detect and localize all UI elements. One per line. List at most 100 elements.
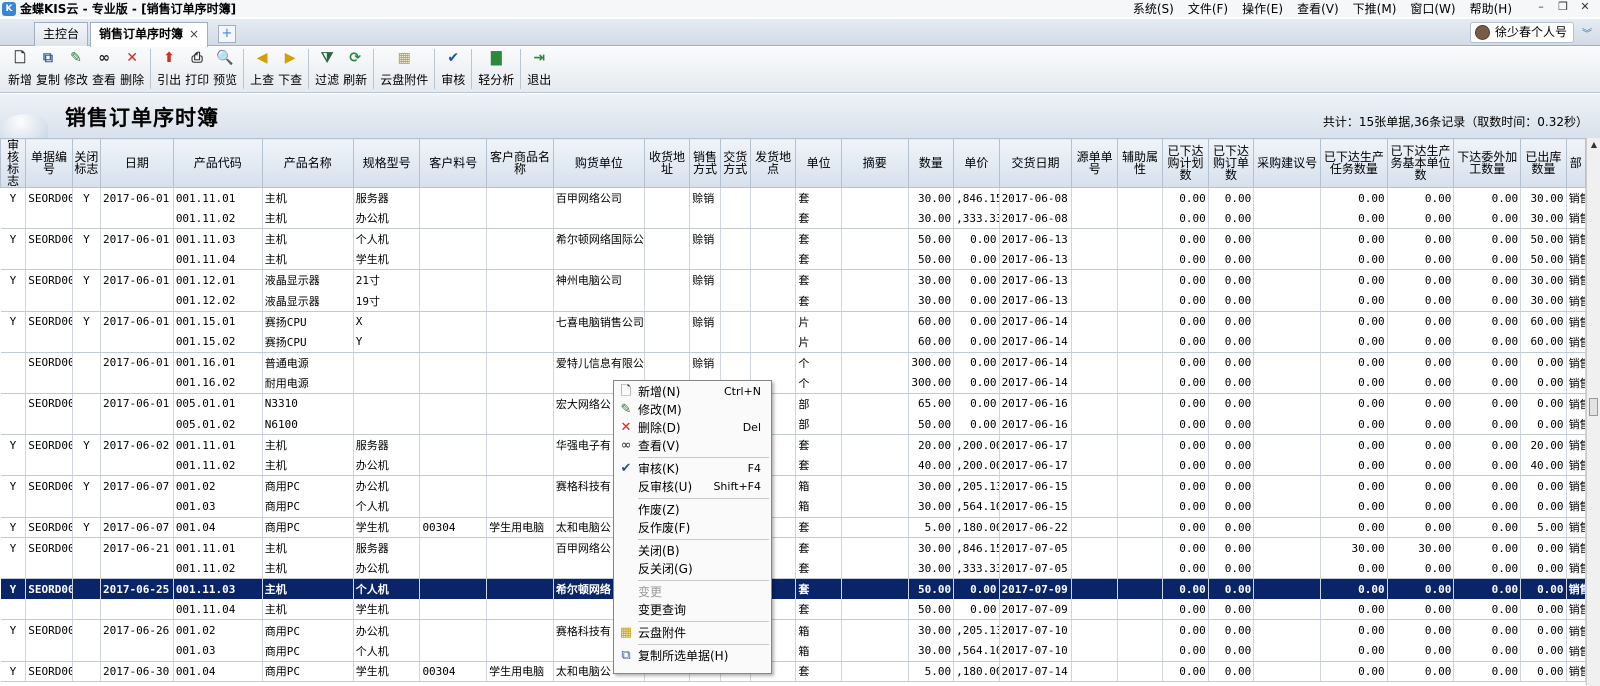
column-header[interactable]: 单据编号 (25, 138, 73, 188)
column-header[interactable]: 产品代码 (172, 138, 263, 188)
column-header[interactable]: 产品名称 (261, 138, 354, 188)
toolbar-button-13[interactable]: ⧩ 过滤 (313, 47, 341, 91)
column-header[interactable]: 已下达生产务基本单位数 (1386, 138, 1455, 188)
column-header[interactable]: 客户料号 (419, 138, 488, 188)
column-header[interactable]: 下达委外加工数量 (1453, 138, 1522, 188)
column-header[interactable]: 规格型号 (352, 138, 421, 188)
scroll-up-icon[interactable]: ▲ (1587, 138, 1600, 152)
restore-icon[interactable]: ❐ (1552, 0, 1574, 13)
toolbar-button-1[interactable]: ⧉ 复制 (34, 47, 62, 91)
table-row[interactable]: SEORD00 2017-06-01 001.16.01 普通电源 爱特儿信息有限公 赊销… (0, 352, 1586, 373)
column-header[interactable]: 收货地址 (643, 138, 691, 188)
context-menu-item[interactable]: 反作废(F) (614, 519, 771, 537)
column-header[interactable]: 已下达购计划数 (1162, 138, 1209, 188)
column-header[interactable]: 辅助属性 (1116, 138, 1164, 188)
column-header[interactable]: 数量 (907, 138, 955, 188)
table-row[interactable]: Y SEORD00 2017-06-21 001.11.01 主机 服务器 百甲网络公套 30… (0, 537, 1586, 559)
column-header[interactable]: 销售方式 (689, 138, 721, 188)
table-row[interactable]: 001.11.04 主机 学生机套 50.00 0.00 2017-07-09 0.00 0.… (0, 599, 1586, 621)
context-menu-item[interactable]: 作废(Z) (614, 501, 771, 519)
chevron-down-icon[interactable]: ︾ (1580, 25, 1594, 40)
table-row[interactable]: 001.11.04 主机 学生机套 50.00 0.00 2017-06-13 0.00 0.… (0, 249, 1586, 271)
tab-home[interactable]: 主控台 (34, 22, 89, 46)
table-row[interactable]: Y SEORD00 Y 2017-06-01 001.12.01 液晶显示器 21寸 神州电脑… (0, 269, 1586, 291)
tab-sales-order-list[interactable]: 销售订单序时簿 × (90, 22, 209, 47)
table-row[interactable]: Y SEORD00 Y 2017-06-01 001.15.01 赛扬CPU X 七喜电脑销售… (0, 311, 1586, 332)
table-row[interactable]: Y SEORD00 2017-06-26 001.02 商用PC 办公机 赛格科技有箱 30.… (0, 619, 1586, 641)
toolbar-button-3[interactable]: ∞ 查看 (90, 47, 118, 91)
context-menu-item[interactable]: ∞ 查看(V) (614, 437, 771, 455)
toolbar-button-20[interactable]: ▇ 轻分析 (476, 47, 516, 91)
table-row[interactable]: 001.11.02 主机 办公机套 40.00,200.00 2017-06-17 0.0… (0, 455, 1586, 477)
column-header[interactable]: 摘要 (840, 138, 909, 188)
column-header[interactable]: 发货地点 (749, 138, 797, 188)
scroll-thumb[interactable] (1589, 398, 1598, 416)
context-menu-item[interactable]: ✕ 删除(D) Del (614, 419, 771, 437)
toolbar-button-0[interactable]: 🗋 新增 (6, 47, 34, 91)
context-menu-item[interactable]: 变更查询 (614, 601, 771, 619)
column-header[interactable]: 关闭标志 (71, 138, 102, 188)
context-menu-item[interactable]: 反关闭(G) (614, 560, 771, 578)
column-header[interactable]: 采购建议号 (1253, 138, 1321, 188)
menu-item-5[interactable]: 窗口(W) (1410, 0, 1455, 17)
menu-item-2[interactable]: 操作(E) (1242, 0, 1283, 17)
table-row[interactable]: SEORD00 2017-06-01 005.01.01 N3310 宏大网络公部 65.… (0, 393, 1586, 415)
table-row[interactable]: Y SEORD00 2017-06-30 001.04 商用PC 学生机 00304 学生用电… (0, 661, 1586, 683)
toolbar-button-8[interactable]: 🔍 预览 (211, 47, 239, 91)
column-header[interactable]: 审核标志 (0, 138, 27, 188)
toolbar-button-10[interactable]: ◀ 上查 (248, 47, 276, 91)
context-menu-item[interactable]: ⧉ 复制所选单据(H) (614, 647, 771, 665)
tab-close-icon[interactable]: × (189, 27, 199, 41)
minimize-icon[interactable]: – (1530, 0, 1552, 13)
toolbar-button-18[interactable]: ✔ 审核 (439, 47, 467, 91)
menu-item-1[interactable]: 文件(F) (1188, 0, 1228, 17)
context-menu-item[interactable]: ✎ 修改(M) (614, 401, 771, 419)
column-header[interactable]: 单价 (953, 138, 1000, 188)
menu-item-6[interactable]: 帮助(H) (1470, 0, 1512, 17)
user-account[interactable]: 徐少春个人号 (1469, 22, 1574, 43)
table-row[interactable]: Y SEORD00 Y 2017-06-07 001.04 商用PC 学生机 00304 学生用… (0, 517, 1586, 539)
column-header[interactable]: 单位 (795, 138, 842, 188)
table-row[interactable]: Y SEORD00 Y 2017-06-07 001.02 商用PC 办公机 赛格科技有箱 30… (0, 475, 1586, 497)
toolbar-button-4[interactable]: ✕ 删除 (118, 47, 146, 91)
toolbar-button-22[interactable]: ⇥ 退出 (525, 47, 553, 91)
vertical-scrollbar[interactable]: ▲ (1586, 138, 1600, 686)
column-header[interactable]: 客户商品名称 (486, 138, 554, 188)
column-header[interactable]: 交货日期 (998, 138, 1073, 188)
table-row[interactable]: 001.03 商用PC 个人机 箱 30.00,564.10 2017-07-10 0.00… (0, 640, 1586, 662)
table-row[interactable]: 005.01.02 N6100 部 50.00 0.00 2017-06-16 0.00 0.… (0, 414, 1586, 436)
column-header[interactable]: 交货方式 (719, 138, 751, 188)
table-row[interactable]: 001.03 商用PC 个人机 箱 30.00,564.10 2017-06-15 0.00… (0, 496, 1586, 518)
context-menu-item[interactable]: 反审核(U) Shift+F4 (614, 478, 771, 496)
context-menu-item[interactable]: 关闭(B) (614, 542, 771, 560)
column-header[interactable]: 部 (1565, 138, 1586, 188)
column-header[interactable]: 购货单位 (552, 138, 645, 188)
column-header[interactable]: 已下达购订单数 (1207, 138, 1255, 188)
context-menu-item[interactable]: ▦ 云盘附件 (614, 624, 771, 642)
close-icon[interactable]: ✕ (1574, 0, 1596, 13)
toolbar-button-14[interactable]: ⟳ 刷新 (341, 47, 369, 91)
table-row[interactable]: 001.16.02 耐用电源个 300.00 0.00 2017-06-14 0.00 0.… (0, 372, 1586, 394)
add-tab-icon[interactable]: + (218, 25, 236, 43)
menu-item-3[interactable]: 查看(V) (1297, 0, 1339, 17)
table-row[interactable]: Y SEORD00 Y 2017-06-01 001.11.01 主机 服务器 百甲网络公司赊… (0, 187, 1586, 209)
table-row[interactable]: 001.12.02 液晶显示器 19寸套 30.00 0.00 2017-06-13 0.0… (0, 290, 1586, 312)
table-row[interactable]: Y SEORD00 2017-06-25 001.11.03 主机 个人机 希尔顿网络套 50… (0, 578, 1586, 600)
toolbar-button-16[interactable]: ▦ 云盘附件 (378, 47, 430, 91)
column-header[interactable]: 已下达生产任务数量 (1319, 138, 1388, 188)
toolbar-button-2[interactable]: ✎ 修改 (62, 47, 90, 91)
menu-item-0[interactable]: 系统(S) (1133, 0, 1174, 17)
column-header[interactable]: 已出库数量 (1520, 138, 1567, 188)
table-row[interactable]: Y SEORD00 Y 2017-06-02 001.11.01 主机 服务器 华强电子有套 2… (0, 434, 1586, 456)
table-row[interactable]: 001.11.02 主机 办公机套 30.00,333.33 2017-06-08 0.0… (0, 208, 1586, 230)
table-row[interactable]: 001.11.02 主机 办公机 套 30.00,333.33 2017-07-05 0.0… (0, 558, 1586, 580)
context-menu-item[interactable]: ✔ 审核(K) F4 (614, 460, 771, 478)
table-row[interactable]: 001.15.02 赛扬CPU Y 片 60.00 0.00 2017-06-14 0.00 0… (0, 331, 1586, 353)
toolbar-button-7[interactable]: ⎙ 打印 (183, 47, 211, 91)
column-header[interactable]: 源单单号 (1071, 138, 1118, 188)
menu-item-4[interactable]: 下推(M) (1353, 0, 1397, 17)
toolbar-button-6[interactable]: ⬆ 引出 (155, 47, 183, 91)
table-row[interactable]: Y SEORD00 Y 2017-06-01 001.11.03 主机 个人机 希尔顿网络国际… (0, 228, 1586, 250)
context-menu-item[interactable]: 🗋 新增(N) Ctrl+N (614, 383, 771, 401)
toolbar-button-11[interactable]: ▶ 下查 (276, 47, 304, 91)
